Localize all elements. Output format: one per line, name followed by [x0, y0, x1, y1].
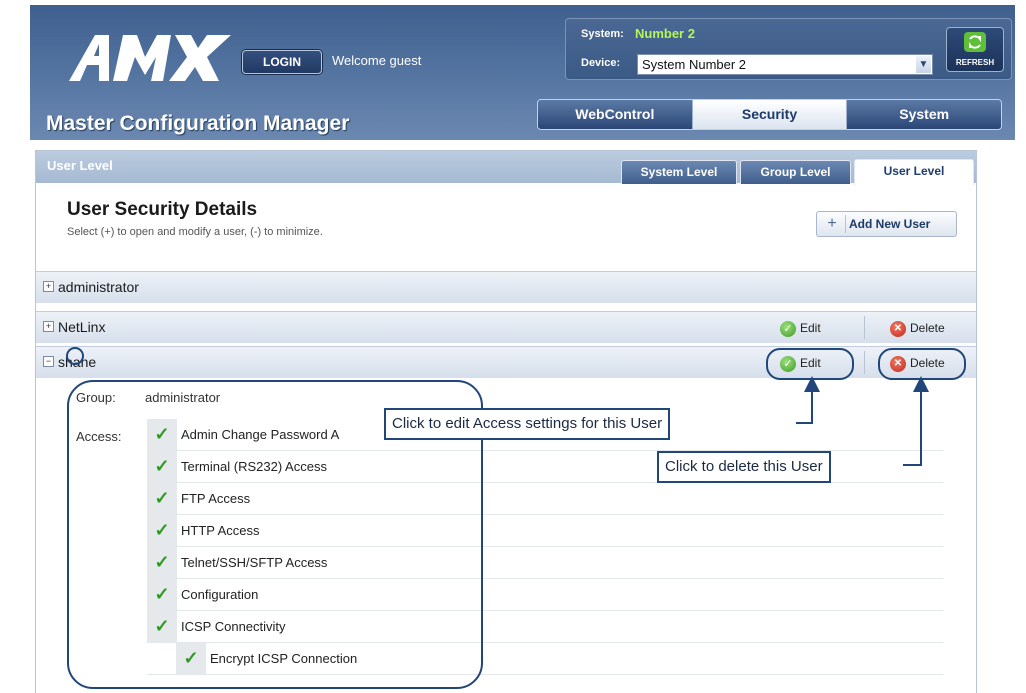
- page-title: Master Configuration Manager: [46, 112, 350, 135]
- main-nav: WebControl Security System: [537, 99, 1002, 130]
- delete-label: Delete: [910, 321, 945, 335]
- expand-icon[interactable]: +: [43, 281, 54, 292]
- user-row-administrator[interactable]: + administrator: [36, 271, 976, 303]
- device-select-value: System Number 2: [642, 57, 747, 72]
- add-new-user-button[interactable]: + Add New User: [816, 211, 957, 237]
- expand-icon[interactable]: +: [43, 321, 54, 332]
- collapse-icon[interactable]: −: [43, 356, 54, 367]
- edit-label: Edit: [800, 321, 821, 335]
- divider: [864, 351, 865, 374]
- system-label: System:: [581, 28, 624, 40]
- annotation-circle-edit: [766, 348, 854, 380]
- add-new-user-label: Add New User: [849, 217, 931, 231]
- tab-security[interactable]: Security: [692, 100, 848, 129]
- x-circle-icon: ✕: [890, 320, 906, 337]
- callout-delete: Click to delete this User: [657, 451, 831, 483]
- divider: [864, 316, 865, 339]
- section-subtitle: Select (+) to open and modify a user, (-…: [67, 226, 323, 238]
- tab-webcontrol[interactable]: WebControl: [538, 100, 693, 129]
- system-selector: System: Number 2 Device: System Number 2…: [565, 18, 1012, 80]
- subtab-system-level[interactable]: System Level: [621, 160, 737, 184]
- refresh-button[interactable]: REFRESH: [946, 27, 1004, 72]
- subtab-group-level[interactable]: Group Level: [740, 160, 851, 184]
- callout-edit: Click to edit Access settings for this U…: [384, 408, 671, 440]
- chevron-down-icon[interactable]: ▼: [916, 56, 931, 73]
- panel-title: User Level: [47, 158, 113, 173]
- login-button[interactable]: LOGIN: [242, 50, 322, 74]
- check-circle-icon: ✓: [780, 320, 796, 337]
- panel-header: User Level System Level Group Level User…: [36, 151, 976, 185]
- annotation-circle-delete: [878, 348, 966, 380]
- refresh-icon: [964, 32, 986, 52]
- welcome-text: Welcome guest: [332, 53, 422, 68]
- refresh-label: REFRESH: [955, 58, 995, 67]
- annotation-circle-expander: [66, 347, 84, 365]
- device-select[interactable]: System Number 2 ▼: [637, 54, 933, 75]
- user-row-netlinx[interactable]: + NetLinx ✓ Edit ✕ Delete: [36, 311, 976, 343]
- device-label: Device:: [581, 57, 621, 69]
- section-title: User Security Details: [67, 199, 258, 220]
- edit-button[interactable]: ✓ Edit: [780, 318, 821, 338]
- delete-button[interactable]: ✕ Delete: [890, 318, 945, 338]
- amx-logo: [69, 35, 231, 81]
- system-value: Number 2: [635, 26, 695, 41]
- subtab-user-level[interactable]: User Level: [854, 159, 974, 185]
- tab-system[interactable]: System: [847, 100, 1001, 129]
- plus-icon: +: [823, 215, 846, 233]
- user-name: administrator: [58, 279, 139, 295]
- user-name: NetLinx: [58, 319, 106, 335]
